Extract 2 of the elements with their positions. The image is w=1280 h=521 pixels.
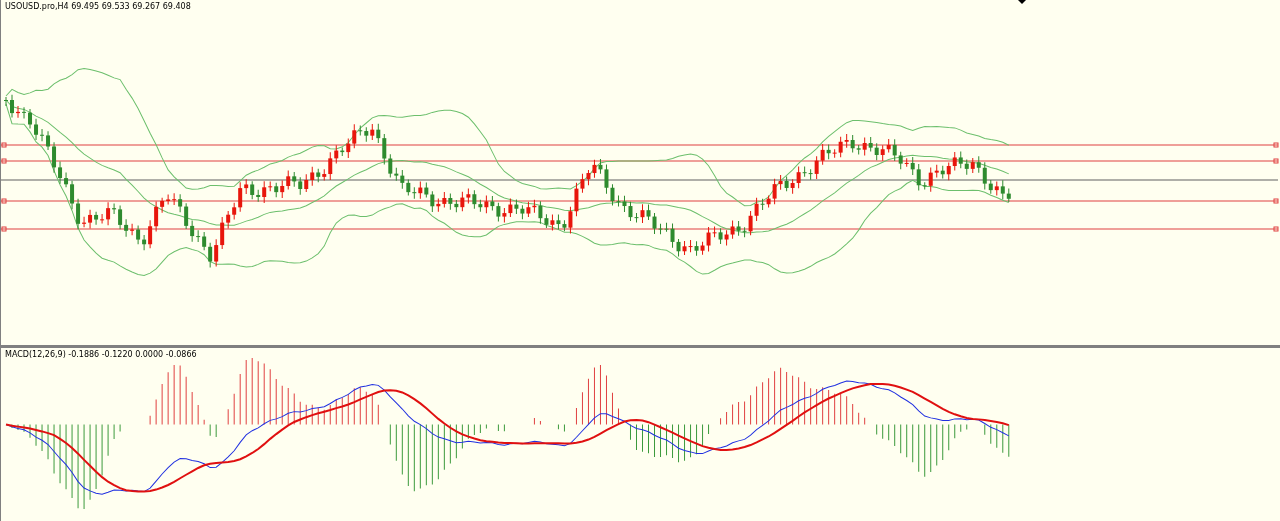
macd-values-label: MACD(12,26,9) -0.1886 -0.1220 0.0000 -0.0866 <box>5 350 197 359</box>
symbol-price-label: USOUSD.pro,H4 69.495 69.533 69.267 69.408 <box>5 2 191 11</box>
